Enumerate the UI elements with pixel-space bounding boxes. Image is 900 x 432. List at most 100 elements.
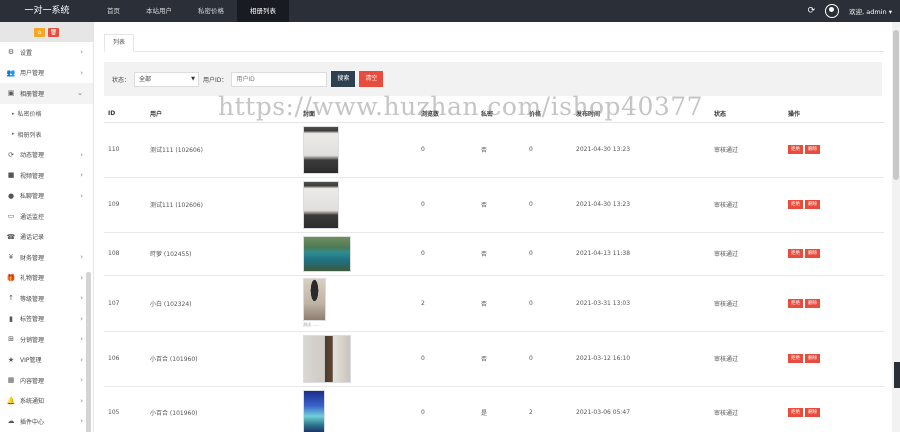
- sidebar-menu: ⚙ 设置 › 👥 用户管理 › ▣ 相册管理 ⌄ ▸ 私密价格 ▸ 相册列表 ⟳ 动态管理 › ■ 视频管理 › ● 私…: [0, 42, 93, 432]
- sidebar-item[interactable]: 🔔 系统通知 ›: [0, 391, 93, 412]
- sidebar-item[interactable]: ☎ 通话记录: [0, 227, 93, 248]
- sidebar-item[interactable]: ☁ 插件中心 ›: [0, 411, 93, 432]
- sidebar-item[interactable]: 🎁 礼物管理 ›: [0, 268, 93, 289]
- trash-icon[interactable]: 🗑: [48, 27, 59, 37]
- table-row: 106 小百合 (101960) 0 否 0 2021-03-12 16:10 审核通过 拒绝…: [104, 330, 884, 386]
- sidebar-item[interactable]: ▭ 通话监控: [0, 206, 93, 227]
- sidebar-item[interactable]: ● 私聊管理 ›: [0, 186, 93, 207]
- reject-button[interactable]: 拒绝: [788, 407, 803, 417]
- cover-image[interactable]: [303, 180, 339, 229]
- cover-image[interactable]: [303, 235, 351, 272]
- sidebar-item-label: 视频管理: [20, 172, 45, 180]
- delete-button[interactable]: 删除: [805, 200, 820, 209]
- cell-status: 审核通过: [710, 121, 784, 177]
- sidebar-item[interactable]: ¥ 财务管理 ›: [0, 247, 93, 268]
- cell-id: 106: [104, 330, 146, 386]
- chevron-right-icon: ›: [80, 191, 83, 200]
- home-icon[interactable]: ⌂: [34, 27, 45, 37]
- sidebar-subitem[interactable]: ▸ 私密价格: [0, 104, 93, 125]
- sidebar-item-label: 设置: [20, 49, 33, 57]
- cover-image[interactable]: [303, 278, 326, 321]
- cell-private: 否: [477, 121, 525, 177]
- sidebar-item-label: 等级管理: [20, 295, 45, 303]
- grid-icon: ▦: [7, 376, 15, 385]
- side-badge[interactable]: [894, 362, 900, 388]
- sidebar-item[interactable]: ■ 视频管理 ›: [0, 165, 93, 186]
- users-icon: 👥: [6, 68, 16, 77]
- cell-time: 2021-03-06 05:47: [572, 385, 710, 432]
- sidebar-item-label: 分销管理: [20, 336, 45, 344]
- delete-button[interactable]: 删除: [805, 145, 820, 154]
- table-row: 110 测试111 (102606) 0 否 0 2021-04-30 13:23 审核通过…: [104, 121, 884, 177]
- chevron-right-icon: ›: [80, 68, 83, 77]
- bookmark-icon: ▮: [9, 314, 13, 323]
- cell-status: 审核通过: [710, 274, 784, 331]
- delete-button[interactable]: 删除: [805, 298, 820, 308]
- reject-button[interactable]: 拒绝: [788, 200, 803, 209]
- sidebar-item[interactable]: ★ VIP管理 ›: [0, 350, 93, 371]
- cover-image[interactable]: [303, 125, 339, 174]
- sidebar-subitem[interactable]: ▸ 相册列表: [0, 124, 93, 145]
- sidebar-item[interactable]: ⟳ 动态管理 ›: [0, 145, 93, 166]
- reject-button[interactable]: 拒绝: [788, 249, 803, 258]
- app-title: 一对一系统: [24, 6, 70, 16]
- cell-views: 0: [417, 176, 477, 232]
- sidebar-subitem-label: 私密价格: [17, 111, 42, 119]
- chevron-right-icon: ›: [80, 48, 83, 57]
- sidebar-item[interactable]: ▦ 内容管理 ›: [0, 370, 93, 391]
- main-content: 列表 状态： 全部 ▼ 用户ID： 搜索 清空 ID用户封面浏览数私密价格发布时…: [94, 22, 900, 432]
- tab-list[interactable]: 列表: [104, 34, 135, 52]
- cell-ops: 拒绝 删除: [784, 330, 884, 386]
- sidebar-item[interactable]: ↑ 等级管理 ›: [0, 288, 93, 309]
- cell-ops: 拒绝 删除: [784, 385, 884, 432]
- delete-button[interactable]: 删除: [805, 354, 820, 363]
- yen-icon: ¥: [8, 253, 14, 262]
- sidebar-item[interactable]: ▣ 相册管理 ⌄: [0, 83, 93, 104]
- chevron-right-icon: ›: [80, 417, 83, 426]
- userid-input[interactable]: [231, 71, 328, 87]
- chevron-right-icon: ›: [80, 253, 83, 262]
- topnav-item[interactable]: 首页: [94, 0, 133, 22]
- delete-button[interactable]: 删除: [805, 407, 820, 417]
- sitemap-icon: ⊞: [8, 335, 14, 344]
- cover-image[interactable]: [303, 390, 325, 432]
- row-actions: 拒绝 删除: [788, 249, 884, 258]
- chat-icon: ●: [7, 191, 15, 200]
- cell-private: 否: [477, 330, 525, 386]
- page-scrollbar-thumb[interactable]: [893, 30, 899, 180]
- sidebar-item-label: 礼物管理: [20, 275, 45, 283]
- sidebar-item[interactable]: ▮ 标签管理 ›: [0, 309, 93, 330]
- reject-button[interactable]: 拒绝: [788, 145, 803, 154]
- sidebar-item[interactable]: ⊞ 分销管理 ›: [0, 329, 93, 350]
- cell-status: 审核通过: [710, 330, 784, 386]
- avatar[interactable]: [825, 4, 840, 18]
- status-select[interactable]: 全部 ▼: [134, 71, 200, 87]
- chevron-right-icon: ›: [80, 150, 83, 159]
- reject-button[interactable]: 拒绝: [788, 354, 803, 363]
- column-header: 封面: [299, 106, 417, 123]
- refresh-icon[interactable]: ⟳: [808, 6, 816, 16]
- cell-private: 否: [477, 176, 525, 232]
- cell-cover: [299, 330, 417, 386]
- delete-button[interactable]: 删除: [805, 249, 820, 258]
- image-icon: ▣: [7, 89, 15, 98]
- cell-cover: [299, 121, 417, 177]
- reject-button[interactable]: 拒绝: [788, 298, 803, 308]
- topnav-item[interactable]: 私密价格: [185, 0, 237, 22]
- search-button[interactable]: 搜索: [331, 71, 356, 87]
- cell-price: 2: [525, 385, 572, 432]
- sidebar-item-label: 用户管理: [20, 70, 45, 78]
- topnav-item[interactable]: 本站用户: [133, 0, 185, 22]
- cover-image[interactable]: [303, 334, 351, 383]
- monitor-icon: ▭: [7, 212, 15, 221]
- chevron-right-icon: ›: [80, 396, 83, 405]
- user-menu[interactable]: 欢迎, admin ▾: [849, 6, 892, 16]
- sidebar-item[interactable]: ⚙ 设置 ›: [0, 42, 93, 63]
- topnav-item[interactable]: 相册列表: [237, 0, 289, 22]
- sidebar-scrollbar[interactable]: [86, 272, 91, 432]
- clear-button[interactable]: 清空: [359, 71, 384, 87]
- cell-private: 是: [477, 385, 525, 432]
- row-actions: 拒绝 删除: [788, 407, 884, 417]
- sidebar-item-label: 通话记录: [20, 234, 45, 242]
- sidebar-item[interactable]: 👥 用户管理 ›: [0, 63, 93, 84]
